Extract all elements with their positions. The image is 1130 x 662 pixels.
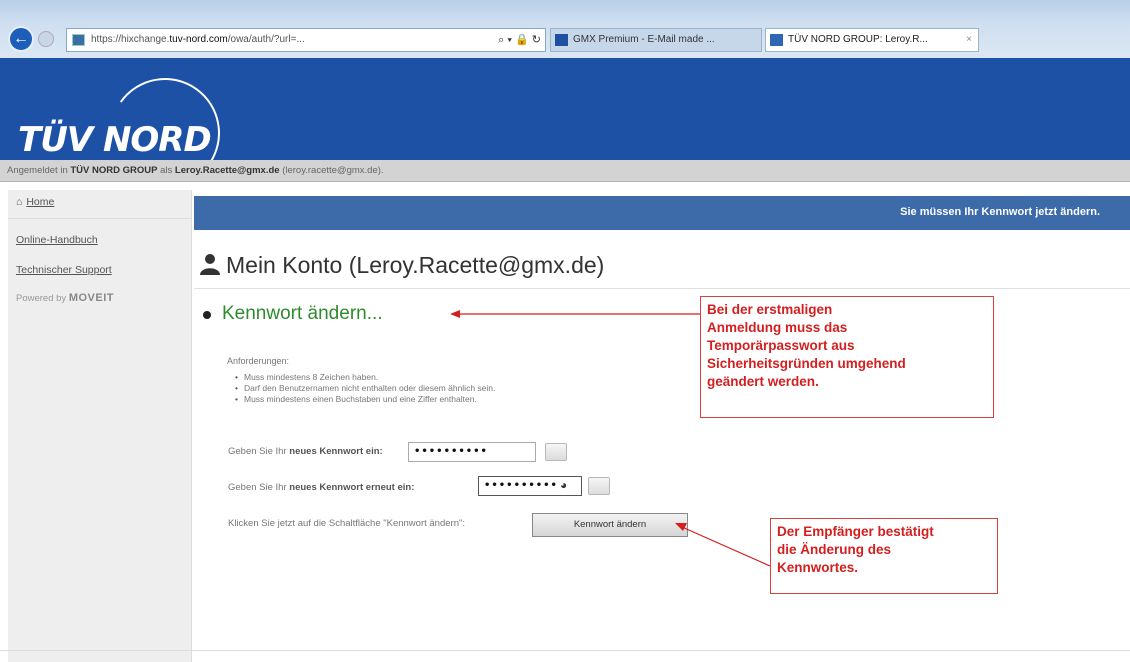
page-title-text: Mein Konto (Leroy.Racette@gmx.de) [226, 252, 605, 278]
label-bold: neues Kennwort erneut ein: [289, 482, 415, 493]
tab-label: TÜV NORD GROUP: Leroy.R... [788, 34, 928, 45]
callout-arrow-1 [450, 310, 700, 318]
tuv-favicon-icon [770, 34, 783, 46]
sidebar-item-support[interactable]: Technischer Support [16, 264, 112, 276]
list-item: Darf den Benutzernamen nicht enthalten o… [235, 383, 495, 394]
callout-line: Bei der erstmaligen [707, 302, 833, 317]
screenshot-root: ← https://hixchange.tuv-nord.com/owa/aut… [0, 0, 1130, 662]
callout-first-login: Bei der erstmaligen Anmeldung muss das T… [700, 296, 994, 418]
callout-line: Anmeldung muss das [707, 320, 848, 335]
forward-arrow-icon[interactable] [38, 31, 54, 47]
powered-prefix: Powered by [16, 293, 67, 304]
click-instruction: Klicken Sie jetzt auf die Schaltfläche "… [228, 518, 465, 529]
login-user: Leroy.Racette@gmx.de [174, 165, 280, 176]
requirements-list: Muss mindestens 8 Zeichen haben. Darf de… [235, 372, 495, 405]
bottom-divider [0, 650, 1130, 651]
change-password-button[interactable]: Kennwort ändern [532, 513, 688, 537]
sidebar: ⌂ Home Online-Handbuch Technischer Suppor… [8, 190, 192, 662]
address-prefix: https:// [91, 34, 122, 45]
callout-line: die Änderung des [777, 542, 892, 557]
tab-tuv-nord[interactable]: TÜV NORD GROUP: Leroy.R... × [765, 28, 979, 52]
eye-icon[interactable]: ◕ [560, 478, 567, 492]
login-email: (leroy.racette@gmx.de). [282, 165, 384, 176]
login-info-bar: Angemeldet in TÜV NORD GROUP als Leroy.R… [0, 160, 1130, 182]
sidebar-item-home[interactable]: ⌂ Home [16, 196, 54, 208]
new-password-label: Geben Sie Ihr neues Kennwort ein: [228, 446, 383, 457]
powered-by: Powered by MOVEIT [16, 292, 114, 304]
back-arrow-icon[interactable]: ← [8, 26, 34, 52]
logo[interactable]: TÜV NORD [18, 120, 212, 160]
site-header: TÜV NORD [0, 58, 1130, 160]
callout-arrow-2 [675, 523, 771, 567]
callout-line: Sicherheitsgründen umgehend [707, 356, 906, 371]
keyboard-button[interactable] [588, 477, 610, 495]
login-as: als [160, 165, 173, 176]
page-title: Mein Konto (Leroy.Racette@gmx.de) [200, 252, 604, 281]
address-actions-icon[interactable]: ⌕ ▾ 🔒 ↻ [498, 29, 541, 51]
label-bold: neues Kennwort ein: [289, 446, 383, 457]
callout-line: Kennwortes. [777, 560, 859, 575]
new-password-field[interactable]: •••••••••• [408, 442, 536, 462]
home-icon: ⌂ [16, 196, 23, 208]
list-item: Muss mindestens 8 Zeichen haben. [235, 372, 495, 383]
address-domain: tuv-nord.com [169, 34, 228, 45]
bullet-icon [203, 311, 211, 319]
address-bar[interactable]: https://hixchange.tuv-nord.com/owa/auth/… [66, 28, 546, 52]
title-divider [194, 288, 1130, 289]
callout-confirm: Der Empfänger bestätigt die Änderung des… [770, 518, 998, 594]
gmx-favicon-icon [555, 34, 568, 46]
notice-bar: Sie müssen Ihr Kennwort jetzt ändern. [194, 196, 1130, 230]
callout-line: Der Empfänger bestätigt [777, 524, 934, 539]
tab-close-icon[interactable]: × [966, 29, 972, 51]
label-pre: Geben Sie Ihr [228, 446, 287, 457]
label-pre: Geben Sie Ihr [228, 482, 287, 493]
callout-line: Temporärpasswort aus [707, 338, 855, 353]
login-prefix: Angemeldet in [7, 165, 68, 176]
user-icon [200, 253, 220, 281]
browser-toolbar: ← https://hixchange.tuv-nord.com/owa/aut… [0, 0, 1130, 58]
address-subdomain: hixchange. [121, 34, 170, 45]
sidebar-item-label: Home [26, 196, 55, 208]
notice-text: Sie müssen Ihr Kennwort jetzt ändern. [900, 206, 1100, 218]
site-favicon-icon [72, 34, 85, 46]
requirements-heading: Anforderungen: [227, 356, 290, 366]
section-title: Kennwort ändern... [222, 303, 383, 324]
login-org: TÜV NORD GROUP [70, 165, 158, 176]
tab-gmx[interactable]: GMX Premium - E-Mail made ... [550, 28, 762, 52]
sidebar-divider [8, 218, 192, 219]
sidebar-item-handbook[interactable]: Online-Handbuch [16, 234, 98, 246]
repeat-password-label: Geben Sie Ihr neues Kennwort erneut ein: [228, 482, 414, 493]
powered-brand: MOVEIT [68, 292, 114, 304]
keyboard-button[interactable] [545, 443, 567, 461]
list-item: Muss mindestens einen Buchstaben und ein… [235, 394, 495, 405]
tab-label: GMX Premium - E-Mail made ... [573, 34, 715, 45]
callout-line: geändert werden. [707, 374, 819, 389]
address-path: /owa/auth/?url=... [227, 34, 305, 45]
